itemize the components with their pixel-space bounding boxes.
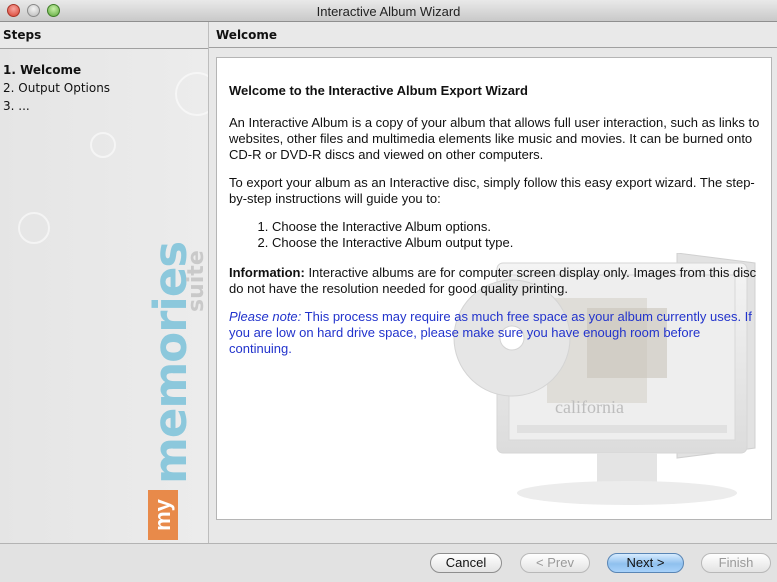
steps-overview-list: Choose the Interactive Album options. Ch… <box>229 219 761 251</box>
note-label: Please note: <box>229 309 302 324</box>
page-title: Welcome <box>209 22 777 48</box>
prev-button[interactable]: < Prev <box>520 553 590 573</box>
steps-sidebar: Steps 1. Welcome 2. Output Options 3. ..… <box>0 22 209 543</box>
flower-decoration-icon <box>18 212 50 244</box>
brand-word-suite: suite <box>184 250 209 312</box>
instructions-paragraph: To export your album as an Interactive d… <box>229 175 755 206</box>
my-memories-suite-logo: memories suite my <box>144 242 209 543</box>
information-text: Interactive albums are for computer scre… <box>229 265 757 296</box>
note-text: This process may require as much free sp… <box>229 309 752 356</box>
list-item: Choose the Interactive Album options. <box>272 219 761 235</box>
welcome-text: Welcome to the Interactive Album Export … <box>229 83 761 369</box>
finish-button[interactable]: Finish <box>701 553 771 573</box>
note-paragraph: Please note: This process may require as… <box>229 309 761 357</box>
next-button[interactable]: Next > <box>607 553 684 573</box>
brand-badge-text: my <box>150 499 176 531</box>
welcome-content-panel: california Welcome to the Interactive Al… <box>216 57 772 520</box>
button-bar: Cancel < Prev Next > Finish <box>0 543 777 582</box>
steps-header: Steps <box>0 22 208 49</box>
list-item: Choose the Interactive Album output type… <box>272 235 761 251</box>
information-label: Information: <box>229 265 305 280</box>
flower-decoration-icon <box>90 132 116 158</box>
cancel-button[interactable]: Cancel <box>430 553 502 573</box>
intro-paragraph: An Interactive Album is a copy of your a… <box>229 115 760 162</box>
window-title: Interactive Album Wizard <box>316 4 461 19</box>
album-art-caption: california <box>555 397 624 417</box>
title-bar: Interactive Album Wizard <box>0 0 777 22</box>
information-paragraph: Information: Interactive albums are for … <box>229 265 761 297</box>
step-welcome: 1. Welcome <box>3 63 82 77</box>
brand-badge-my: my <box>148 490 178 540</box>
welcome-heading: Welcome to the Interactive Album Export … <box>229 83 528 98</box>
